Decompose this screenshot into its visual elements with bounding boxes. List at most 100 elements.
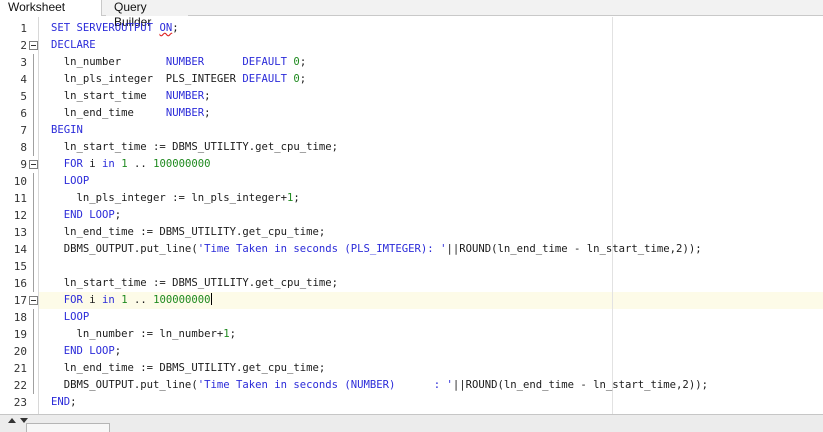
line-number: 2 xyxy=(20,39,27,52)
code-token: ; xyxy=(114,209,122,221)
fold-guide xyxy=(33,54,34,71)
fold-guide xyxy=(33,275,34,292)
fold-guide xyxy=(33,88,34,105)
code-token: ln_end_time := DBMS_UTILITY.get_cpu_time… xyxy=(51,226,326,238)
line-number: 3 xyxy=(20,56,27,69)
fold-guide xyxy=(33,343,34,360)
tab-query-builder[interactable]: Query Builder xyxy=(106,0,188,29)
code-line[interactable]: FOR i in 1 .. 100000000 xyxy=(51,156,211,173)
code-line[interactable]: ln_end_time := DBMS_UTILITY.get_cpu_time… xyxy=(51,224,326,241)
fold-guide xyxy=(33,258,34,275)
code-token: i xyxy=(82,294,103,306)
text-caret xyxy=(210,293,212,305)
code-line[interactable]: DECLARE xyxy=(51,37,96,54)
code-token: in xyxy=(102,158,115,170)
code-line[interactable]: SET SERVEROUTPUT ON; xyxy=(51,20,185,37)
fold-guide xyxy=(33,207,34,224)
fold-guide xyxy=(33,190,34,207)
line-number: 13 xyxy=(13,226,27,239)
fold-guide xyxy=(33,71,34,88)
code-line[interactable]: ln_number := ln_number+1; xyxy=(51,326,237,343)
line-number: 6 xyxy=(20,107,27,120)
line-number: 12 xyxy=(13,209,27,222)
code-token: 100000000 xyxy=(153,294,211,306)
tab-worksheet[interactable]: Worksheet xyxy=(0,0,102,16)
code-line[interactable]: DBMS_OUTPUT.put_line('Time Taken in seco… xyxy=(51,377,708,394)
fold-guide xyxy=(33,173,34,190)
code-line[interactable]: ln_end_time NUMBER; xyxy=(51,105,211,122)
code-token: ln_number := ln_number+ xyxy=(51,328,224,340)
code-line[interactable]: LOOP xyxy=(51,309,90,326)
code-token: ln_end_time := DBMS_UTILITY.get_cpu_time… xyxy=(51,362,326,374)
code-token: NUMBER xyxy=(165,56,205,68)
code-token: 'Time Taken in seconds (PLS_IMTEGER): ' xyxy=(197,243,447,255)
fold-guide xyxy=(33,360,34,377)
code-line[interactable]: DBMS_OUTPUT.put_line('Time Taken in seco… xyxy=(51,241,702,258)
code-token: ln_pls_integer := ln_pls_integer+ xyxy=(51,192,288,204)
fold-guide xyxy=(33,326,34,343)
code-token: 100000000 xyxy=(153,158,211,170)
collapse-up-icon[interactable] xyxy=(8,418,16,423)
code-line[interactable]: FOR i in 1 .. 100000000 xyxy=(51,292,212,309)
code-token: .. xyxy=(127,158,154,170)
code-line[interactable]: BEGIN xyxy=(51,122,83,139)
line-number: 10 xyxy=(13,175,27,188)
fold-guide xyxy=(33,105,34,122)
code-token: .. xyxy=(127,294,154,306)
line-number: 15 xyxy=(13,260,27,273)
fold-guide xyxy=(33,139,34,156)
code-line[interactable]: END LOOP; xyxy=(51,343,121,360)
code-token: ; xyxy=(299,56,307,68)
code-token: ; xyxy=(204,90,211,102)
line-number: 11 xyxy=(13,192,27,205)
code-token: FOR xyxy=(51,158,83,170)
code-token: ln_pls_integer PLS_INTEGER xyxy=(51,73,243,85)
fold-guide xyxy=(33,122,34,139)
line-number: 18 xyxy=(13,311,27,324)
code-token: ||ROUND(ln_end_time - ln_start_time,2)); xyxy=(446,243,702,255)
code-token: ln_start_time := DBMS_UTILITY.get_cpu_ti… xyxy=(51,277,339,289)
line-number: 1 xyxy=(20,22,27,35)
code-line[interactable]: ln_pls_integer PLS_INTEGER DEFAULT 0; xyxy=(51,71,306,88)
code-token: ln_number xyxy=(51,56,166,68)
code-token: 'Time Taken in seconds (NUMBER) : ' xyxy=(197,379,453,391)
code-token: ||ROUND(ln_end_time - ln_start_time,2)); xyxy=(452,379,708,391)
code-token: ; xyxy=(172,22,185,34)
code-line[interactable]: END LOOP; xyxy=(51,207,121,224)
line-number: 22 xyxy=(13,379,27,392)
code-line[interactable]: END; xyxy=(51,394,77,411)
code-line[interactable]: ln_start_time := DBMS_UTILITY.get_cpu_ti… xyxy=(51,275,338,292)
code-token: DBMS_OUTPUT.put_line( xyxy=(51,379,198,391)
fold-toggle-icon[interactable] xyxy=(29,160,38,169)
code-token: ; xyxy=(204,107,211,119)
line-number: 5 xyxy=(20,90,27,103)
line-number: 20 xyxy=(13,345,27,358)
bottom-panel-tab[interactable] xyxy=(26,423,110,432)
right-margin-guide xyxy=(612,17,613,414)
line-number: 8 xyxy=(20,141,27,154)
code-token: DBMS_OUTPUT.put_line( xyxy=(51,243,198,255)
fold-guide xyxy=(33,224,34,241)
code-line[interactable]: ln_number NUMBER DEFAULT 0; xyxy=(51,54,306,71)
code-token: BEGIN xyxy=(51,124,83,136)
fold-toggle-icon[interactable] xyxy=(29,41,38,50)
code-token: ln_start_time := DBMS_UTILITY.get_cpu_ti… xyxy=(51,141,339,153)
code-token: NUMBER xyxy=(165,90,205,102)
code-line[interactable]: ln_start_time NUMBER; xyxy=(51,88,211,105)
fold-guide xyxy=(33,241,34,258)
code-line[interactable]: ln_end_time := DBMS_UTILITY.get_cpu_time… xyxy=(51,360,326,377)
code-token: LOOP xyxy=(51,311,90,323)
code-line[interactable]: ln_pls_integer := ln_pls_integer+1; xyxy=(51,190,300,207)
line-number: 19 xyxy=(13,328,27,341)
code-token: DEFAULT xyxy=(242,56,288,68)
code-token: i xyxy=(82,158,103,170)
code-token: DECLARE xyxy=(51,39,96,51)
code-line[interactable]: ln_start_time := DBMS_UTILITY.get_cpu_ti… xyxy=(51,139,338,156)
code-token: ; xyxy=(229,328,236,340)
code-token: LOOP xyxy=(51,175,90,187)
code-line[interactable]: LOOP xyxy=(51,173,90,190)
line-number: 9 xyxy=(20,158,27,171)
code-token: ON xyxy=(159,22,173,34)
fold-toggle-icon[interactable] xyxy=(29,296,38,305)
